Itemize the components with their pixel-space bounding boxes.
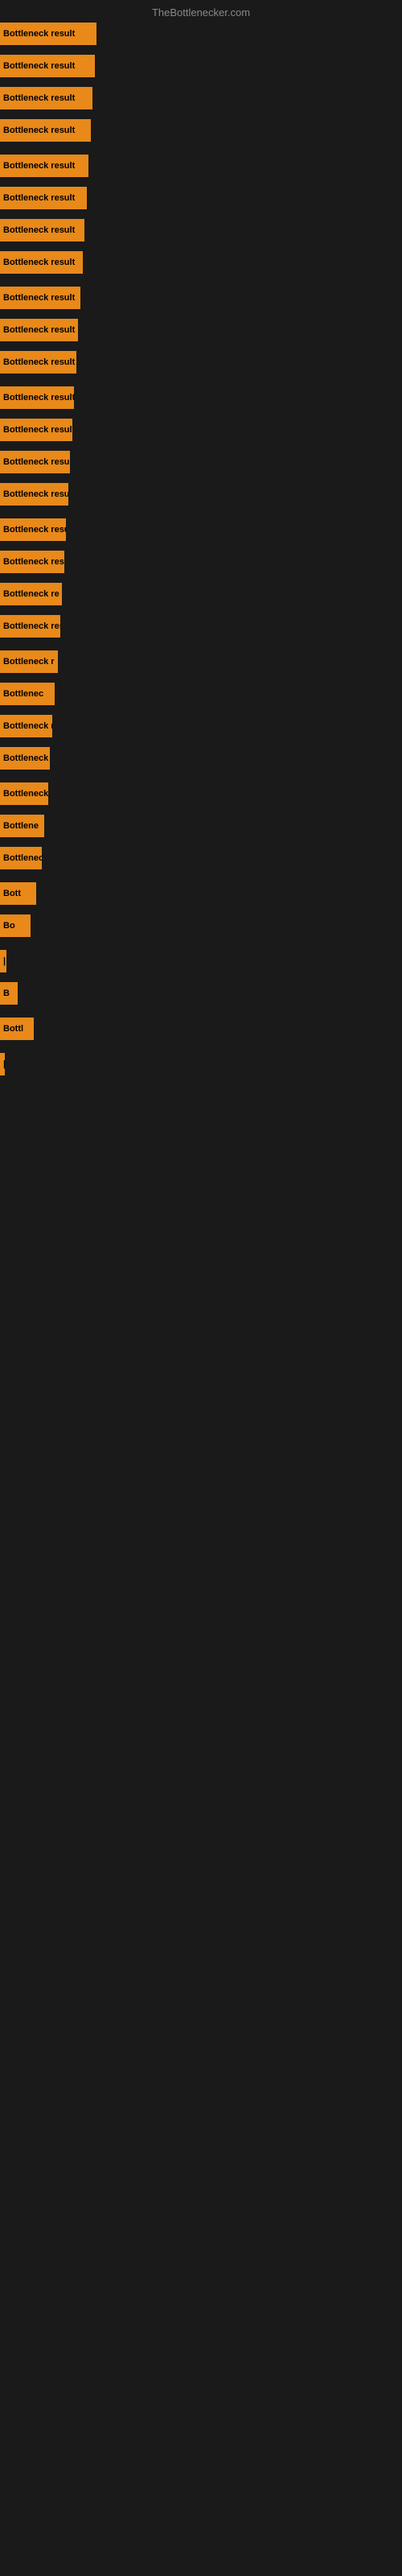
bar-row-30: B	[0, 982, 18, 1005]
bar-label-26: Bottleneck	[3, 853, 42, 863]
bar-label-19: Bottleneck result	[3, 621, 60, 631]
bar-label-22: Bottleneck r	[3, 721, 52, 731]
bottleneck-bar-30[interactable]: B	[0, 982, 18, 1005]
bottleneck-bar-16[interactable]: Bottleneck result	[0, 518, 66, 541]
bar-label-13: Bottleneck result	[3, 425, 72, 435]
bar-row-17: Bottleneck result	[0, 551, 64, 573]
bar-label-4: Bottleneck result	[3, 126, 75, 135]
bottleneck-bar-21[interactable]: Bottlenec	[0, 683, 55, 705]
bar-row-26: Bottleneck	[0, 847, 42, 869]
bar-row-22: Bottleneck r	[0, 715, 52, 737]
bar-label-3: Bottleneck result	[3, 93, 75, 103]
bottleneck-bar-10[interactable]: Bottleneck result	[0, 319, 78, 341]
bottleneck-bar-15[interactable]: Bottleneck result	[0, 483, 68, 506]
bar-row-4: Bottleneck result	[0, 119, 91, 142]
bar-row-21: Bottlenec	[0, 683, 55, 705]
bar-label-32: |	[3, 1059, 5, 1069]
bar-label-20: Bottleneck r	[3, 657, 55, 667]
bottleneck-bar-22[interactable]: Bottleneck r	[0, 715, 52, 737]
bottleneck-bar-31[interactable]: Bottl	[0, 1018, 34, 1040]
bar-row-6: Bottleneck result	[0, 187, 87, 209]
bottleneck-bar-13[interactable]: Bottleneck result	[0, 419, 72, 441]
bar-label-23: Bottleneck	[3, 753, 48, 763]
bar-label-6: Bottleneck result	[3, 193, 75, 203]
bar-row-11: Bottleneck result	[0, 351, 76, 374]
bar-label-31: Bottl	[3, 1024, 23, 1034]
bar-label-25: Bottlene	[3, 821, 39, 831]
bottleneck-bar-27[interactable]: Bott	[0, 882, 36, 905]
bar-row-19: Bottleneck result	[0, 615, 60, 638]
bar-label-12: Bottleneck result	[3, 393, 74, 402]
bottleneck-bar-12[interactable]: Bottleneck result	[0, 386, 74, 409]
bar-row-5: Bottleneck result	[0, 155, 88, 177]
bar-row-25: Bottlene	[0, 815, 44, 837]
bar-row-15: Bottleneck result	[0, 483, 68, 506]
bar-label-16: Bottleneck result	[3, 525, 66, 535]
bar-row-32: |	[0, 1053, 5, 1075]
bottleneck-bar-5[interactable]: Bottleneck result	[0, 155, 88, 177]
bar-row-8: Bottleneck result	[0, 251, 83, 274]
bar-row-10: Bottleneck result	[0, 319, 78, 341]
bar-label-18: Bottleneck re	[3, 589, 59, 599]
bar-label-17: Bottleneck result	[3, 557, 64, 567]
bar-row-7: Bottleneck result	[0, 219, 84, 242]
bottleneck-bar-32[interactable]: |	[0, 1053, 5, 1075]
bottleneck-bar-17[interactable]: Bottleneck result	[0, 551, 64, 573]
bottleneck-bar-3[interactable]: Bottleneck result	[0, 87, 92, 109]
bottleneck-bar-4[interactable]: Bottleneck result	[0, 119, 91, 142]
bar-label-11: Bottleneck result	[3, 357, 75, 367]
bottleneck-bar-23[interactable]: Bottleneck	[0, 747, 50, 770]
bottleneck-bar-2[interactable]: Bottleneck result	[0, 55, 95, 77]
bar-row-1: Bottleneck result	[0, 23, 96, 45]
bar-row-28: Bo	[0, 914, 31, 937]
bar-label-9: Bottleneck result	[3, 293, 75, 303]
bar-row-16: Bottleneck result	[0, 518, 66, 541]
bottleneck-bar-25[interactable]: Bottlene	[0, 815, 44, 837]
bar-row-14: Bottleneck result	[0, 451, 70, 473]
bar-row-18: Bottleneck re	[0, 583, 62, 605]
bottleneck-bar-24[interactable]: Bottleneck res	[0, 782, 48, 805]
bar-row-20: Bottleneck r	[0, 650, 58, 673]
bottleneck-bar-26[interactable]: Bottleneck	[0, 847, 42, 869]
bar-row-13: Bottleneck result	[0, 419, 72, 441]
bottleneck-bar-19[interactable]: Bottleneck result	[0, 615, 60, 638]
bottleneck-bar-18[interactable]: Bottleneck re	[0, 583, 62, 605]
bar-label-10: Bottleneck result	[3, 325, 75, 335]
bar-label-24: Bottleneck res	[3, 789, 48, 799]
bottleneck-bar-1[interactable]: Bottleneck result	[0, 23, 96, 45]
site-title: TheBottlenecker.com	[0, 6, 402, 19]
bar-label-21: Bottlenec	[3, 689, 43, 699]
bar-row-12: Bottleneck result	[0, 386, 74, 409]
bottleneck-bar-11[interactable]: Bottleneck result	[0, 351, 76, 374]
bar-label-15: Bottleneck result	[3, 489, 68, 499]
bar-label-8: Bottleneck result	[3, 258, 75, 267]
bar-label-5: Bottleneck result	[3, 161, 75, 171]
bar-row-2: Bottleneck result	[0, 55, 95, 77]
bottleneck-bar-8[interactable]: Bottleneck result	[0, 251, 83, 274]
bar-label-29: |	[3, 956, 6, 966]
bar-row-31: Bottl	[0, 1018, 34, 1040]
bar-label-28: Bo	[3, 921, 15, 931]
bottleneck-bar-28[interactable]: Bo	[0, 914, 31, 937]
bottleneck-bar-9[interactable]: Bottleneck result	[0, 287, 80, 309]
bottleneck-bar-20[interactable]: Bottleneck r	[0, 650, 58, 673]
bar-label-2: Bottleneck result	[3, 61, 75, 71]
bar-label-30: B	[3, 989, 10, 998]
bar-row-23: Bottleneck	[0, 747, 50, 770]
bar-row-24: Bottleneck res	[0, 782, 48, 805]
bar-label-7: Bottleneck result	[3, 225, 75, 235]
bar-row-3: Bottleneck result	[0, 87, 92, 109]
bar-label-27: Bott	[3, 889, 21, 898]
bottleneck-bar-7[interactable]: Bottleneck result	[0, 219, 84, 242]
bottleneck-bar-29[interactable]: |	[0, 950, 6, 972]
bar-label-1: Bottleneck result	[3, 29, 75, 39]
bar-row-27: Bott	[0, 882, 36, 905]
bottleneck-bar-6[interactable]: Bottleneck result	[0, 187, 87, 209]
bar-row-9: Bottleneck result	[0, 287, 80, 309]
bottleneck-bar-14[interactable]: Bottleneck result	[0, 451, 70, 473]
bar-row-29: |	[0, 950, 6, 972]
bar-label-14: Bottleneck result	[3, 457, 70, 467]
